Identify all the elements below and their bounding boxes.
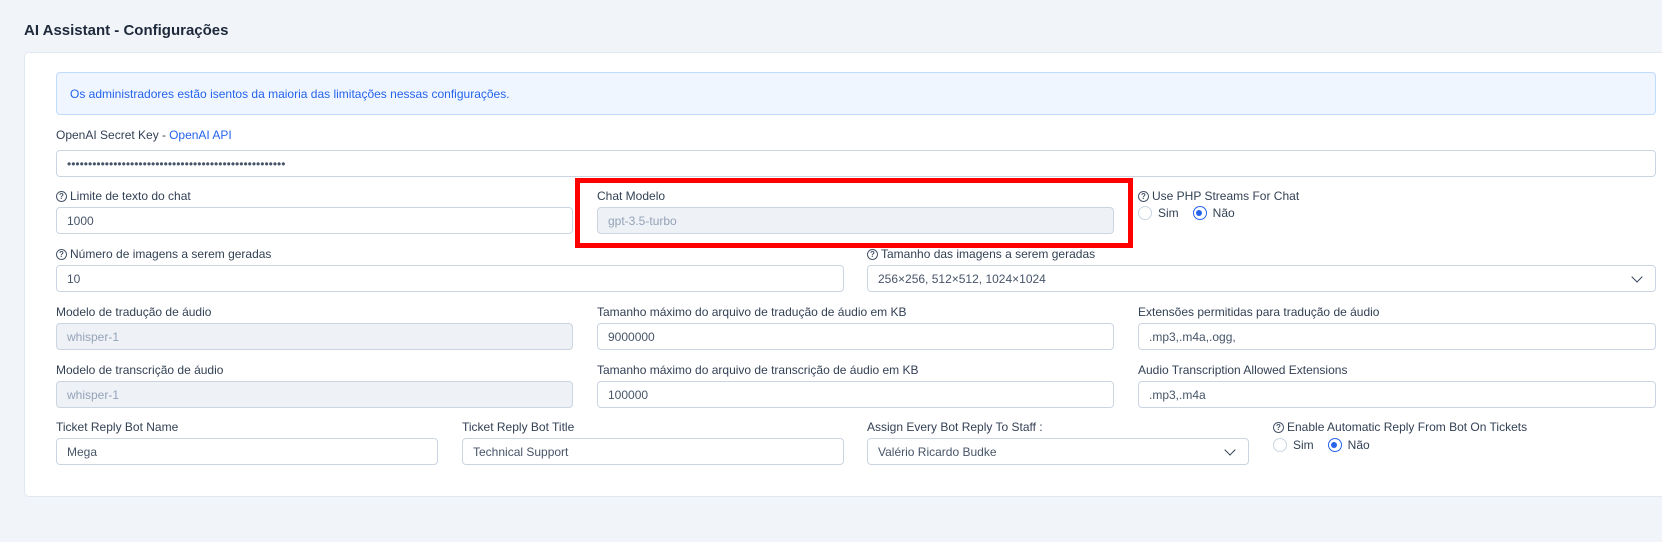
help-circle-icon[interactable]: ? [1138,190,1149,202]
translation-model-label: Modelo de tradução de áudio [56,305,212,319]
bot-name-input[interactable]: Mega [56,438,438,465]
transcription-max-input[interactable]: 100000 [597,381,1114,408]
chevron-down-icon [1224,443,1236,456]
transcription-max-label: Tamanho máximo do arquivo de transcrição… [597,363,919,377]
bot-title-input[interactable]: Technical Support [462,438,844,465]
php-streams-nao-radio[interactable] [1192,206,1207,220]
help-circle-icon[interactable]: ? [56,190,67,202]
translation-max-label: Tamanho máximo do arquivo de tradução de… [597,305,907,319]
num-images-label: ? Número de imagens a serem geradas [56,247,271,261]
php-streams-radio-group: Sim Não [1138,206,1243,220]
transcription-ext-input[interactable]: .mp3,.m4a [1138,381,1656,408]
chevron-down-icon [1631,270,1643,283]
php-streams-label: ? Use PHP Streams For Chat [1138,189,1299,203]
chat-model-input: gpt-3.5-turbo [597,207,1114,234]
info-alert: Os administradores estão isentos da maio… [56,72,1656,115]
help-circle-icon[interactable]: ? [867,248,878,260]
num-images-label-text: Número de imagens a serem geradas [70,247,272,261]
auto-reply-radio-group: Sim Não [1273,438,1378,452]
auto-reply-nao-label: Não [1347,438,1370,452]
php-streams-nao-label: Não [1212,206,1235,220]
assign-staff-label: Assign Every Bot Reply To Staff : [867,420,1043,434]
auto-reply-nao-radio[interactable] [1327,438,1342,452]
assign-staff-select[interactable]: Valério Ricardo Budke [867,438,1249,465]
translation-ext-input[interactable]: .mp3,.m4a,.ogg, [1138,323,1656,350]
secret-key-label-text: OpenAI Secret Key - [56,128,167,142]
secret-key-input[interactable]: ••••••••••••••••••••••••••••••••••••••••… [56,150,1656,177]
chat-limit-label: ? Limite de texto do chat [56,189,191,203]
transcription-ext-label: Audio Transcription Allowed Extensions [1138,363,1348,377]
translation-model-input: whisper-1 [56,323,573,350]
php-streams-sim-label: Sim [1158,206,1179,220]
php-streams-sim-radio[interactable] [1138,206,1152,220]
chat-limit-input[interactable]: 1000 [56,207,573,234]
help-circle-icon[interactable]: ? [56,248,67,260]
translation-ext-label: Extensões permitidas para tradução de áu… [1138,305,1380,319]
bot-title-label: Ticket Reply Bot Title [462,420,575,434]
transcription-model-input: whisper-1 [56,381,573,408]
image-size-label: ? Tamanho das imagens a serem geradas [867,247,1095,261]
page-title: AI Assistant - Configurações [24,22,229,39]
secret-key-label: OpenAI Secret Key - OpenAI API [56,128,232,142]
bot-name-label: Ticket Reply Bot Name [56,420,179,434]
image-size-label-text: Tamanho das imagens a serem geradas [881,247,1096,261]
transcription-model-label: Modelo de transcrição de áudio [56,363,224,377]
openai-api-link[interactable]: OpenAI API [169,128,232,142]
chat-limit-label-text: Limite de texto do chat [70,189,191,203]
auto-reply-label: ? Enable Automatic Reply From Bot On Tick… [1273,420,1527,434]
auto-reply-sim-label: Sim [1293,438,1314,452]
image-size-select[interactable]: 256×256, 512×512, 1024×1024 [867,265,1656,292]
translation-max-input[interactable]: 9000000 [597,323,1114,350]
auto-reply-label-text: Enable Automatic Reply From Bot On Ticke… [1287,420,1528,434]
image-size-value: 256×256, 512×512, 1024×1024 [878,271,1046,286]
php-streams-label-text: Use PHP Streams For Chat [1152,189,1300,203]
chat-model-label: Chat Modelo [597,189,666,203]
assign-staff-value: Valério Ricardo Budke [878,444,997,459]
num-images-input[interactable]: 10 [56,265,844,292]
auto-reply-sim-radio[interactable] [1273,438,1287,452]
help-circle-icon[interactable]: ? [1273,421,1284,433]
